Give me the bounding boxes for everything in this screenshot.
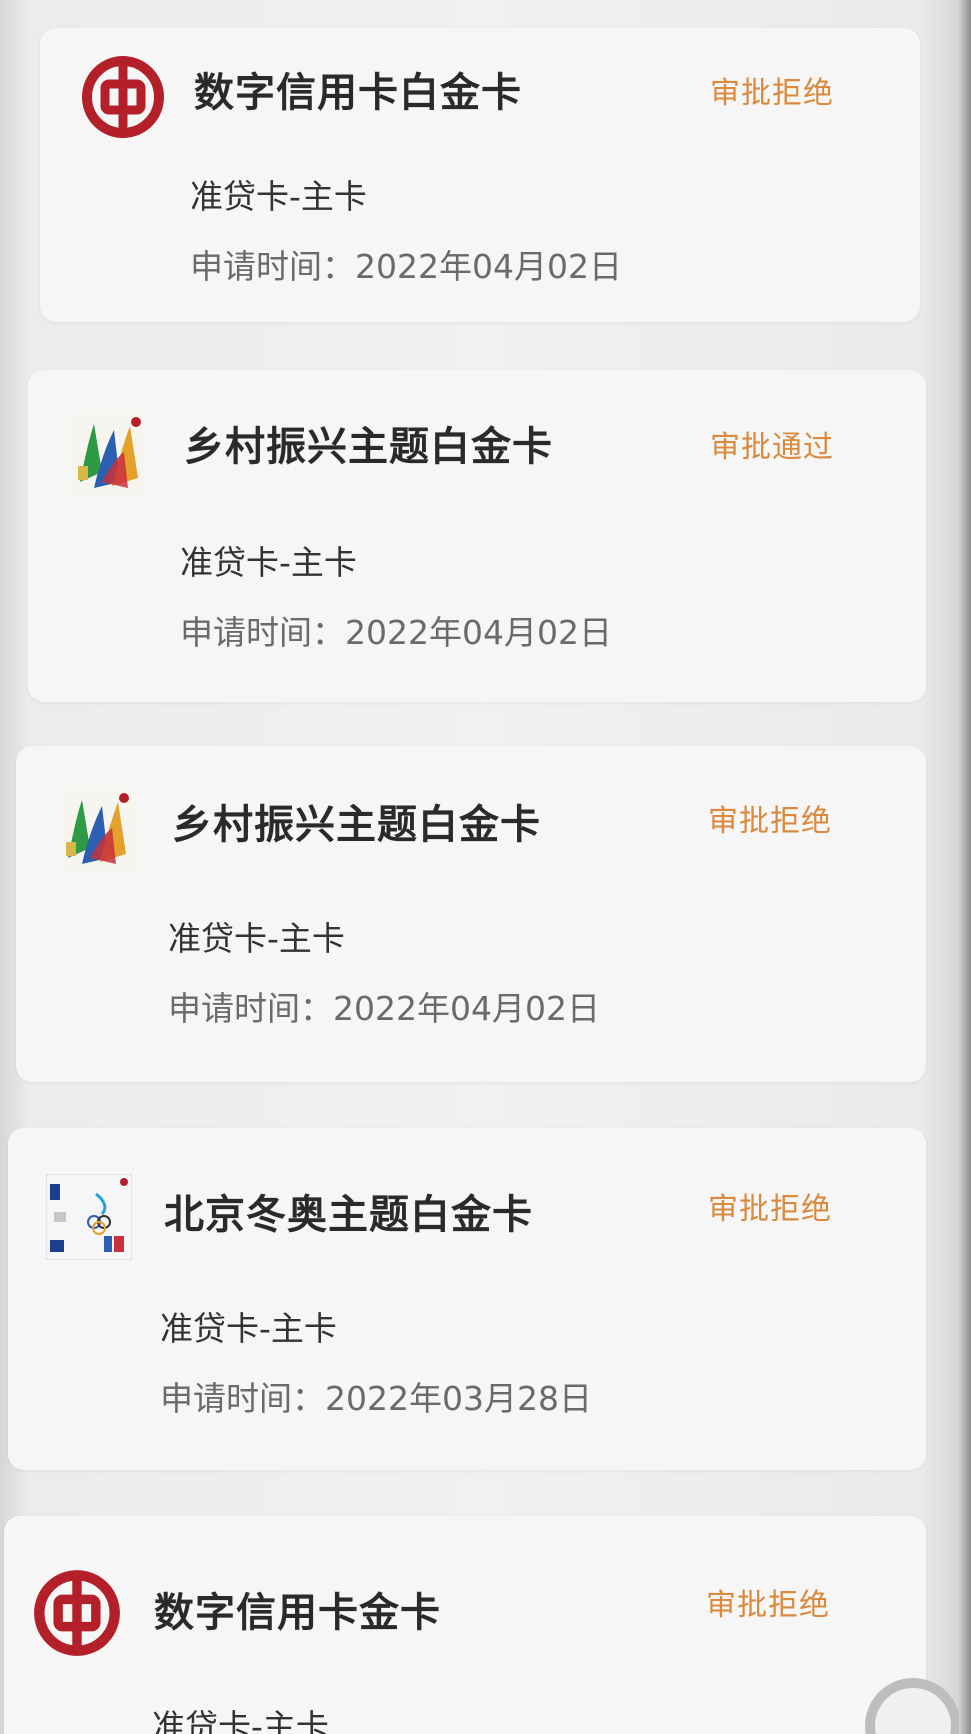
card-title: 乡村振兴主题白金卡 — [184, 424, 553, 470]
card-title: 北京冬奥主题白金卡 — [164, 1192, 533, 1238]
boc-logo-icon — [32, 1568, 122, 1658]
application-card[interactable]: 数字信用卡金卡 审批拒绝 准贷卡-主卡 — [4, 1516, 926, 1734]
status-badge: 审批拒绝 — [708, 1192, 832, 1227]
application-card[interactable]: 乡村振兴主题白金卡 审批拒绝 准贷卡-主卡 申请时间：2022年04月02日 — [16, 746, 926, 1082]
card-title: 数字信用卡白金卡 — [194, 70, 522, 116]
card-type: 准贷卡-主卡 — [190, 177, 367, 216]
card-type: 准贷卡-主卡 — [168, 919, 345, 958]
date-value: 2022年04月02日 — [333, 989, 600, 1028]
application-card[interactable]: 北京冬奥主题白金卡 审批拒绝 准贷卡-主卡 申请时间：2022年03月28日 — [8, 1128, 926, 1470]
card-title: 乡村振兴主题白金卡 — [172, 802, 541, 848]
status-badge: 审批通过 — [710, 430, 834, 465]
rural-card-art-icon — [60, 788, 136, 872]
card-type: 准贷卡-主卡 — [152, 1707, 329, 1734]
application-card[interactable]: 乡村振兴主题白金卡 审批通过 准贷卡-主卡 申请时间：2022年04月02日 — [28, 370, 926, 702]
application-date: 申请时间：2022年04月02日 — [168, 982, 600, 1030]
card-type: 准贷卡-主卡 — [180, 543, 357, 582]
date-label: 申请时间： — [180, 613, 345, 652]
application-card[interactable]: 数字信用卡白金卡 审批拒绝 准贷卡-主卡 申请时间：2022年04月02日 — [40, 28, 920, 322]
date-value: 2022年03月28日 — [325, 1379, 592, 1418]
date-label: 申请时间： — [168, 989, 333, 1028]
status-badge: 审批拒绝 — [708, 804, 832, 839]
card-type: 准贷卡-主卡 — [160, 1309, 337, 1348]
application-date: 申请时间：2022年04月02日 — [180, 606, 612, 654]
olympic-card-art-icon — [46, 1174, 132, 1260]
application-list-screen: 数字信用卡白金卡 审批拒绝 准贷卡-主卡 申请时间：2022年04月02日 乡村… — [0, 0, 971, 1734]
application-date: 申请时间：2022年03月28日 — [160, 1372, 592, 1420]
date-label: 申请时间： — [160, 1379, 325, 1418]
boc-logo-icon — [80, 54, 166, 140]
status-badge: 审批拒绝 — [706, 1588, 830, 1623]
card-title: 数字信用卡金卡 — [154, 1590, 441, 1636]
application-date: 申请时间：2022年04月02日 — [190, 240, 622, 288]
status-badge: 审批拒绝 — [710, 76, 834, 111]
date-value: 2022年04月02日 — [355, 247, 622, 286]
device-bezel — [959, 0, 971, 1734]
rural-card-art-icon — [72, 412, 148, 496]
date-label: 申请时间： — [190, 247, 355, 286]
date-value: 2022年04月02日 — [345, 613, 612, 652]
